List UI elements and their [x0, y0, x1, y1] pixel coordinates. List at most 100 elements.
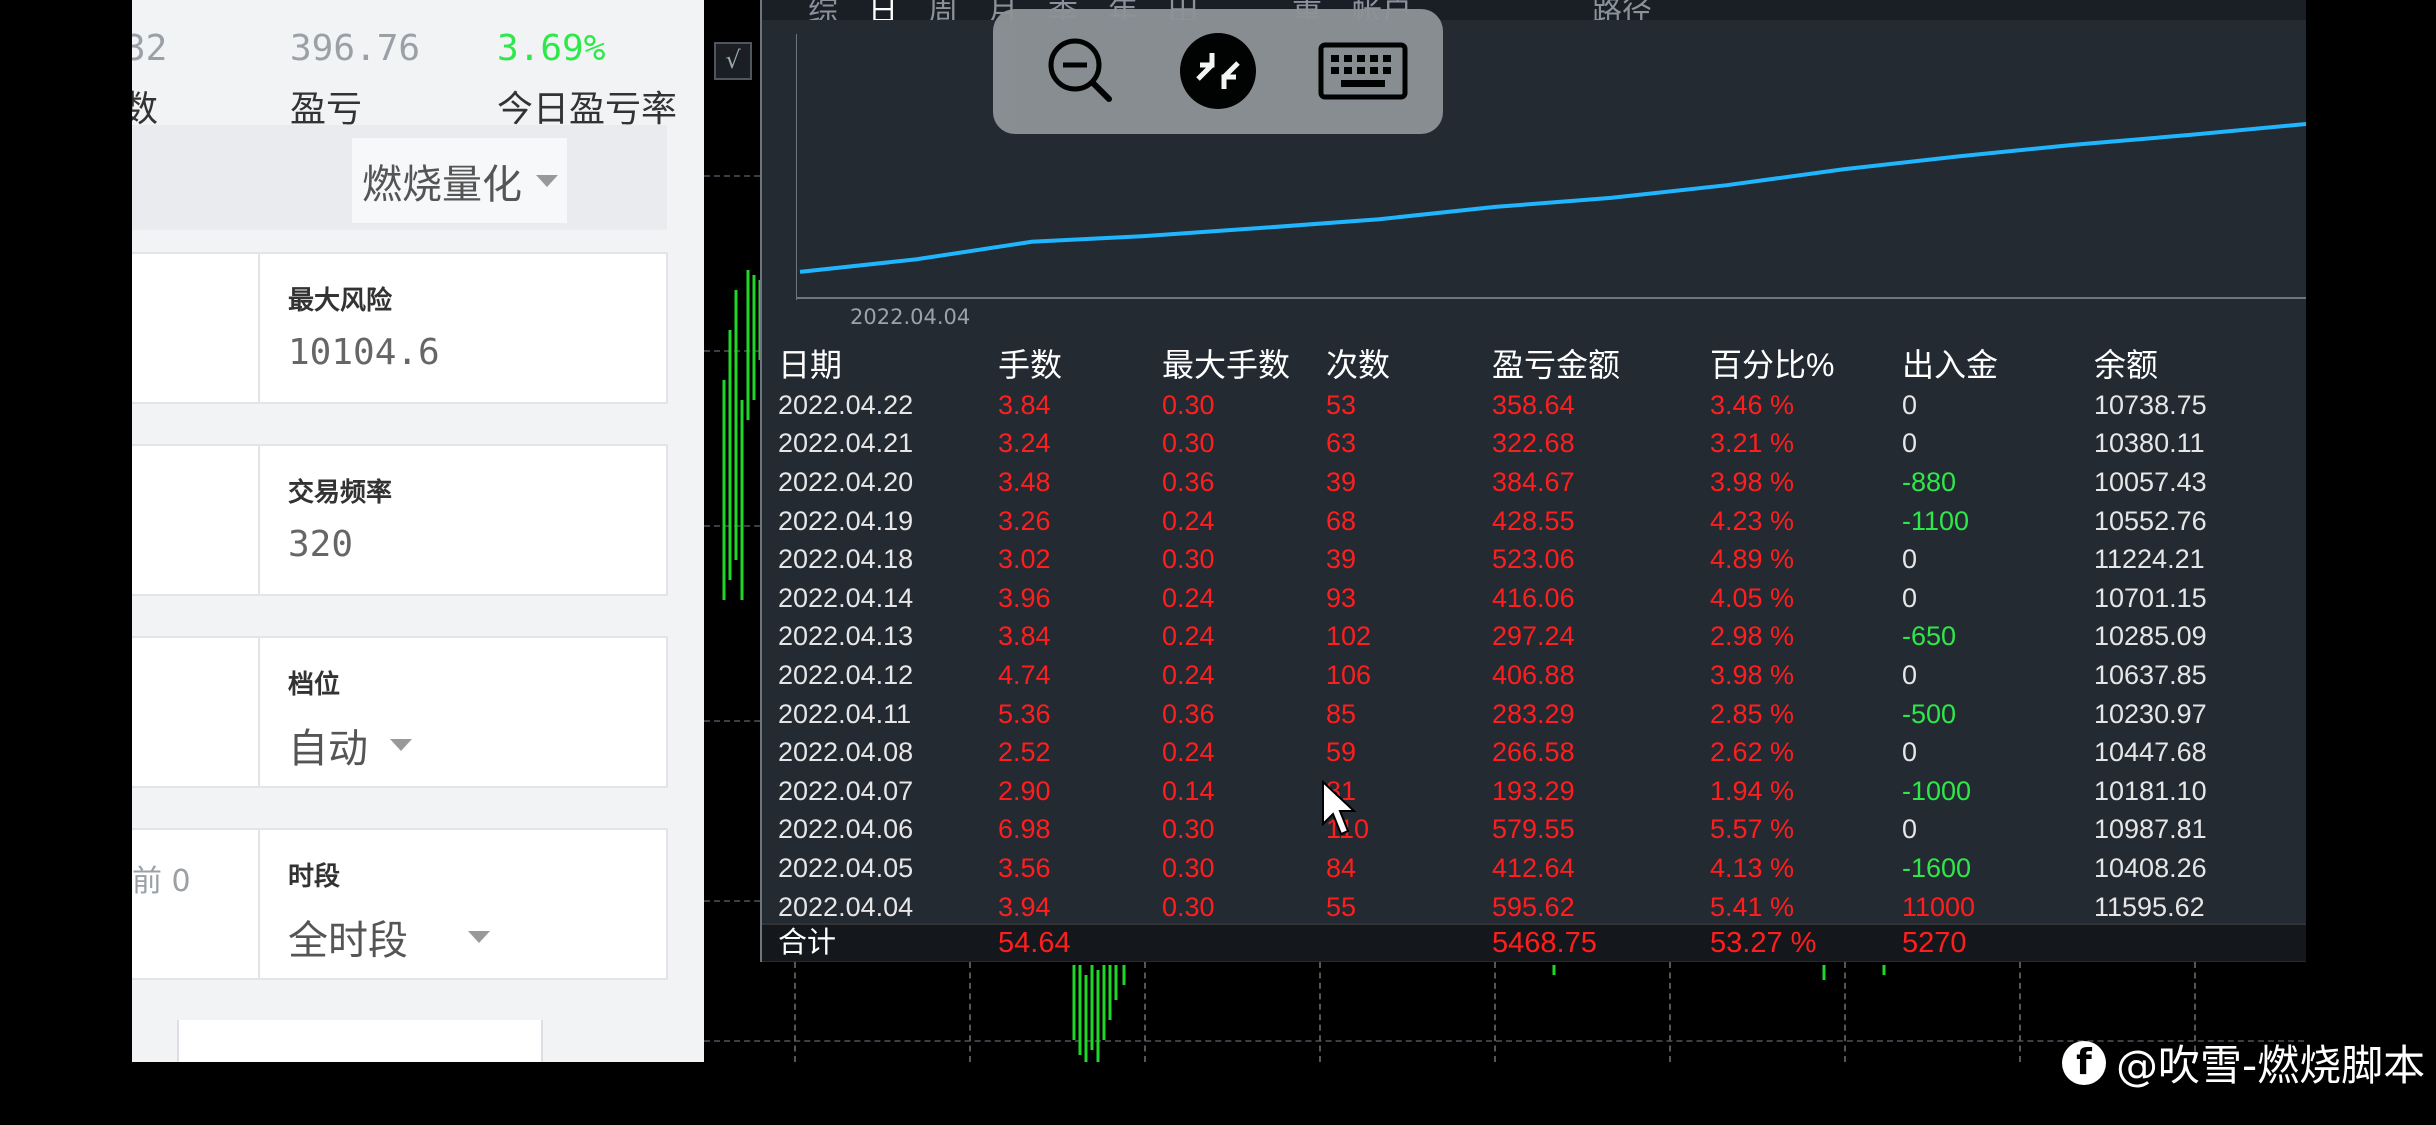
col-lots-header: 手数: [998, 347, 1063, 383]
row-lots: 3.84: [998, 389, 1051, 420]
keyboard-icon[interactable]: [1313, 29, 1413, 113]
daily-report-body: 2022.04.22 3.84 0.30 53 358.64 3.46 % 0 10738.7…: [778, 386, 2294, 926]
row-date: 2022.04.19: [778, 505, 914, 536]
table-row[interactable]: 2022.04.13 3.84 0.24 102 297.24 2.98 % -650 102…: [778, 618, 2294, 657]
row-lots: 2.90: [998, 775, 1051, 806]
report-window: 综 日 周 月 季 年 田 重 帐户 路径 2022.04.04 日期 手数 最…: [760, 0, 2306, 962]
row-date: 2022.04.20: [778, 466, 914, 497]
strategy-select-value: 燃烧量化: [362, 161, 522, 208]
row-date: 2022.04.07: [778, 775, 914, 806]
equity-line: [799, 122, 2306, 274]
row-max-lots: 0.14: [1162, 775, 1215, 806]
table-row[interactable]: 2022.04.18 3.02 0.30 39 523.06 4.89 % 0 11224.2…: [778, 540, 2294, 579]
row-pnl: 406.88: [1492, 659, 1575, 690]
level-select-value: 自动: [288, 726, 368, 772]
row-lots: 3.94: [998, 891, 1051, 922]
total-label: 合计: [778, 927, 837, 959]
watermark-text: @吹雪-燃烧脚本: [2116, 1041, 2426, 1090]
table-row[interactable]: 2022.04.08 2.52 0.24 59 266.58 2.62 % 0 10447.6…: [778, 733, 2294, 772]
row-date: 2022.04.14: [778, 582, 914, 613]
row-flow: -880: [1902, 466, 1957, 497]
row-balance: 10230.97: [2094, 698, 2207, 729]
tab-summary[interactable]: 综: [808, 0, 838, 20]
period-select[interactable]: 全时段: [288, 908, 490, 966]
total-pct: 53.27 %: [1710, 927, 1817, 959]
row-date: 2022.04.08: [778, 737, 914, 768]
row-lots: 3.02: [998, 544, 1051, 575]
row-pnl: 193.29: [1492, 775, 1575, 806]
row-pnl: 358.64: [1492, 389, 1575, 420]
row-balance: 10181.10: [2094, 775, 2207, 806]
max-risk-title: 最大风险: [288, 286, 393, 316]
table-row[interactable]: 2022.04.05 3.56 0.30 84 412.64 4.13 % -1600 104…: [778, 849, 2294, 888]
row-balance: 10738.75: [2094, 389, 2207, 420]
row-flow: 0: [1902, 737, 1918, 768]
total-lots: 54.64: [998, 927, 1071, 959]
row-date: 2022.04.13: [778, 621, 914, 652]
table-row[interactable]: 2022.04.066.980.30110579.555.57 %010987.…: [778, 811, 2294, 850]
row-date: 2022.04.22: [778, 389, 914, 420]
report-tabs: 综 日 周 月 季 年 田 重 帐户 路径: [762, 0, 2306, 20]
table-row[interactable]: 2022.04.20 3.48 0.36 39 384.67 3.98 % -880 1005…: [778, 463, 2294, 502]
row-lots: 3.48: [998, 466, 1051, 497]
level-select[interactable]: 自动: [288, 716, 412, 774]
level-card: 档位 自动: [258, 636, 668, 788]
row-pnl: 283.29: [1492, 698, 1575, 729]
table-row[interactable]: 2022.04.19 3.26 0.24 68 428.55 4.23 % -1100 105…: [778, 502, 2294, 541]
row-pnl: 266.58: [1492, 737, 1575, 768]
check-icon[interactable]: √: [714, 42, 752, 80]
partial-left-text: 前 0: [132, 864, 191, 899]
row-pct: 2.85 %: [1710, 698, 1795, 729]
row-max-lots: 0.30: [1162, 389, 1215, 420]
tab-path[interactable]: 路径: [1592, 0, 1652, 20]
row-date: 2022.04.04: [778, 891, 914, 922]
row-balance: 10380.11: [2094, 428, 2205, 459]
row-pnl: 595.62: [1492, 891, 1575, 922]
row-pct: 3.21 %: [1710, 428, 1795, 459]
row-flow: 0: [1902, 544, 1918, 575]
row-balance: 11595.62: [2094, 891, 2205, 922]
tab-daily[interactable]: 日: [868, 0, 898, 20]
table-row[interactable]: 2022.04.14 3.96 0.24 93 416.06 4.05 % 0 10701.1…: [778, 579, 2294, 618]
row-pct: 4.23 %: [1710, 505, 1795, 536]
chevron-down-icon: [536, 174, 558, 187]
table-row[interactable]: 2022.04.12 4.74 0.24 106 406.88 3.98 % 0 10637.…: [778, 656, 2294, 695]
row-flow: 0: [1902, 428, 1918, 459]
row-lots: 2.52: [998, 737, 1051, 768]
row-flow: -1100: [1902, 505, 1970, 536]
daily-report-table: 日期 手数 最大手数 次数 盈亏金额 百分比% 出入金 余额 2022.04.2…: [778, 340, 2294, 926]
zoom-out-icon[interactable]: [1039, 29, 1123, 113]
row-date: 2022.04.12: [778, 659, 914, 690]
row-balance: 10408.26: [2094, 852, 2207, 883]
strategy-select[interactable]: 燃烧量化: [352, 138, 567, 223]
row-pct: 3.46 %: [1710, 389, 1795, 420]
row-count: 85: [1326, 698, 1357, 729]
settings-panel: 32 数 396.76 盈亏 3.69% 今日盈亏率 燃烧量化 前 0 最大风险…: [132, 0, 704, 1062]
row-flow: -500: [1902, 698, 1957, 729]
trade-freq-input[interactable]: 320: [288, 524, 353, 565]
row-max-lots: 0.30: [1162, 891, 1215, 922]
row-pnl: 384.67: [1492, 466, 1575, 497]
row-pct: 2.98 %: [1710, 621, 1795, 652]
row-count: 53: [1326, 389, 1357, 420]
row-balance: 10701.15: [2094, 582, 2207, 613]
table-row[interactable]: 2022.04.04 3.94 0.30 55 595.62 5.41 % 11000 115…: [778, 888, 2294, 927]
row-date: 2022.04.18: [778, 544, 914, 575]
row-balance: 11224.21: [2094, 544, 2205, 575]
stat-pnl-value: 396.76: [290, 28, 421, 69]
table-row[interactable]: 2022.04.07 2.90 0.14 81 193.29 1.94 % -1000 101…: [778, 772, 2294, 811]
row-count: 39: [1326, 466, 1357, 497]
row-pct: 5.57 %: [1710, 814, 1795, 845]
table-row[interactable]: 2022.04.21 3.24 0.30 63 322.68 3.21 % 0 10380.1…: [778, 425, 2294, 464]
row-pnl: 322.68: [1492, 428, 1575, 459]
row-count: 102: [1326, 621, 1372, 652]
minimize-arrows-icon[interactable]: [1176, 29, 1260, 113]
row-count: 55: [1326, 891, 1357, 922]
bottom-input-field[interactable]: [177, 1020, 543, 1062]
table-row[interactable]: 2022.04.11 5.36 0.36 85 283.29 2.85 % -500 1023…: [778, 695, 2294, 734]
max-risk-input[interactable]: 10104.6: [288, 332, 440, 373]
row-flow: -1000: [1902, 775, 1972, 806]
tab-weekly[interactable]: 周: [928, 0, 958, 20]
row-lots: 3.24: [998, 428, 1051, 459]
table-row[interactable]: 2022.04.22 3.84 0.30 53 358.64 3.46 % 0 10738.7…: [778, 386, 2294, 425]
